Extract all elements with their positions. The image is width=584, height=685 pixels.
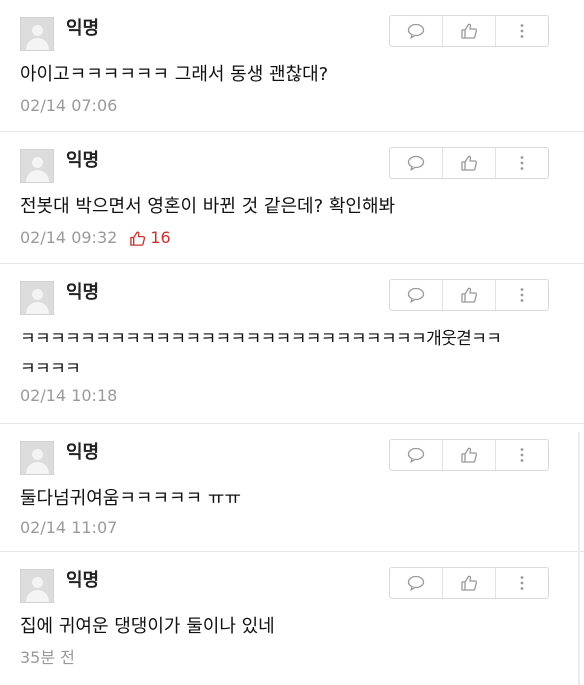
like-count: 16: [129, 228, 171, 248]
speech-bubble-icon: [407, 575, 425, 591]
comment-author: 익명: [66, 282, 100, 303]
comment-text: 전봇대 박으면서 영혼이 바뀐 것 같은데? 확인해봐: [20, 196, 396, 217]
more-vertical-icon: [520, 576, 524, 590]
thumbs-up-icon: [461, 155, 478, 171]
like-button[interactable]: [443, 16, 496, 46]
comment-list: 익명 아이고ㅋㅋㅋㅋㅋㅋ 그래서 동생 괜찮대? 02/14 07:06 익명: [0, 0, 584, 685]
comment-time: 02/14 11:07: [20, 518, 118, 537]
more-vertical-icon: [520, 448, 524, 462]
thumbs-up-icon: [130, 231, 146, 246]
comment-item: 익명 전봇대 박으면서 영혼이 바뀐 것 같은데? 확인해봐 02/14 09:…: [0, 132, 584, 264]
reply-button[interactable]: [390, 148, 443, 178]
speech-bubble-icon: [407, 155, 425, 171]
comment-meta: 02/14 11:07: [20, 518, 117, 538]
thumbs-up-icon: [461, 287, 478, 303]
comment-actions: [389, 15, 549, 47]
thumbs-up-icon: [461, 23, 478, 39]
comment-actions: [389, 567, 549, 599]
comment-meta: 02/14 09:32 16: [20, 228, 171, 248]
speech-bubble-icon: [407, 287, 425, 303]
comment-text: 집에 귀여운 댕댕이가 둘이나 있네: [20, 616, 275, 637]
comment-item: 익명 아이고ㅋㅋㅋㅋㅋㅋ 그래서 동생 괜찮대? 02/14 07:06: [0, 0, 584, 132]
more-button[interactable]: [496, 280, 548, 310]
comment-author: 익명: [66, 18, 100, 39]
comment-author: 익명: [66, 150, 100, 171]
comment-meta: 02/14 07:06: [20, 96, 117, 116]
more-vertical-icon: [520, 24, 524, 38]
comment-time: 02/14 09:32: [20, 228, 118, 247]
more-button[interactable]: [496, 16, 548, 46]
avatar: [20, 441, 54, 475]
more-vertical-icon: [520, 288, 524, 302]
comment-item: 익명 집에 귀여운 댕댕이가 둘이나 있네 35분 전: [0, 552, 584, 685]
reply-button[interactable]: [390, 440, 443, 470]
speech-bubble-icon: [407, 447, 425, 463]
avatar: [20, 149, 54, 183]
thumbs-up-icon: [461, 575, 478, 591]
comment-author: 익명: [66, 570, 100, 591]
avatar: [20, 17, 54, 51]
like-button[interactable]: [443, 148, 496, 178]
comment-time: 02/14 10:18: [20, 386, 118, 405]
like-button[interactable]: [443, 440, 496, 470]
reply-button[interactable]: [390, 280, 443, 310]
speech-bubble-icon: [407, 23, 425, 39]
scrollbar-track[interactable]: [578, 432, 580, 685]
more-vertical-icon: [520, 156, 524, 170]
comment-actions: [389, 279, 549, 311]
comment-item: 익명 ㅋㅋㅋㅋㅋㅋㅋㅋㅋㅋㅋㅋㅋㅋㅋㅋㅋㅋㅋㅋㅋㅋㅋㅋㅋㅋㅋ개웃겯ㅋㅋ ㅋㅋㅋㅋ…: [0, 264, 584, 424]
comment-text: 둘다넘귀여움ㅋㅋㅋㅋㅋ ㅠㅠ: [20, 488, 242, 509]
avatar: [20, 569, 54, 603]
like-count-value: 16: [150, 228, 171, 247]
comment-actions: [389, 439, 549, 471]
avatar: [20, 281, 54, 315]
thumbs-up-icon: [461, 447, 478, 463]
comment-text: ㅋㅋㅋㅋㅋㅋㅋㅋㅋㅋㅋㅋㅋㅋㅋㅋㅋㅋㅋㅋㅋㅋㅋㅋㅋㅋㅋ개웃겯ㅋㅋ ㅋㅋㅋㅋ: [20, 329, 502, 379]
comment-item: 익명 둘다넘귀여움ㅋㅋㅋㅋㅋ ㅠㅠ 02/14 11:07: [0, 424, 584, 552]
comment-text: 아이고ㅋㅋㅋㅋㅋㅋ 그래서 동생 괜찮대?: [20, 64, 329, 85]
comment-time: 35분 전: [20, 648, 75, 667]
more-button[interactable]: [496, 148, 548, 178]
comment-time: 02/14 07:06: [20, 96, 118, 115]
comment-author: 익명: [66, 442, 100, 463]
reply-button[interactable]: [390, 16, 443, 46]
comment-actions: [389, 147, 549, 179]
more-button[interactable]: [496, 440, 548, 470]
more-button[interactable]: [496, 568, 548, 598]
reply-button[interactable]: [390, 568, 443, 598]
like-button[interactable]: [443, 280, 496, 310]
like-button[interactable]: [443, 568, 496, 598]
comment-meta: 02/14 10:18: [20, 386, 117, 406]
comment-meta: 35분 전: [20, 648, 75, 668]
